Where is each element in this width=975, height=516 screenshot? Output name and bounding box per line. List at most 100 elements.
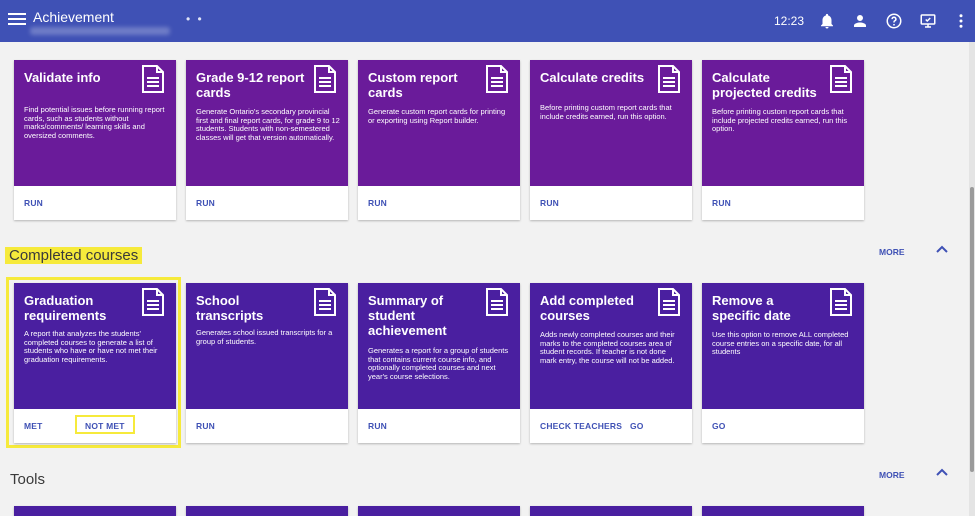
card-actions: RUN <box>358 186 520 220</box>
run-button[interactable]: RUN <box>540 198 559 208</box>
completed-courses-more-button[interactable]: MORE <box>879 247 905 257</box>
not-met-button[interactable]: NOT MET <box>85 421 125 431</box>
document-icon <box>314 65 336 93</box>
document-icon <box>486 65 508 93</box>
card-title: Summary of student achievement <box>368 293 447 338</box>
go-button[interactable]: GO <box>630 421 644 431</box>
run-button[interactable]: RUN <box>368 198 387 208</box>
card-actions: RUN <box>186 409 348 443</box>
card-description: Generates a report for a group of studen… <box>368 346 509 381</box>
tool-card-partial <box>14 506 176 516</box>
bell-icon[interactable] <box>818 12 836 30</box>
card-actions: RUN <box>702 186 864 220</box>
card-remove-a-specific-date: Remove a specific date Use this option t… <box>702 283 864 443</box>
card-description: Before printing custom report cards that… <box>540 103 672 121</box>
tools-more-button[interactable]: MORE <box>879 470 905 480</box>
card-header <box>358 506 520 516</box>
card-title: Grade 9-12 report cards <box>196 70 305 100</box>
card-description: Generate Ontario's secondary provincial … <box>196 107 340 142</box>
go-button[interactable]: GO <box>712 421 726 431</box>
card-custom-report-cards: Custom report cards Generate custom repo… <box>358 60 520 220</box>
scrollbar-thumb[interactable] <box>970 187 974 472</box>
card-add-completed-courses: Add completed courses Adds newly complet… <box>530 283 692 443</box>
card-header: Add completed courses Adds newly complet… <box>530 283 692 409</box>
document-icon <box>142 288 164 316</box>
card-actions: MET NOT MET <box>14 409 176 443</box>
card-description: Before printing custom report cards that… <box>712 107 848 133</box>
run-button[interactable]: RUN <box>24 198 43 208</box>
chevron-up-icon[interactable] <box>936 468 948 476</box>
card-description: Adds newly completed courses and their m… <box>540 330 675 365</box>
run-button[interactable]: RUN <box>196 198 215 208</box>
card-grade-9-12-report-cards: Grade 9-12 report cards Generate Ontario… <box>186 60 348 220</box>
app-toolbar: Achievement • • 12:23 <box>0 0 975 42</box>
card-actions: RUN <box>530 186 692 220</box>
card-actions: CHECK TEACHERS GO <box>530 409 692 443</box>
card-header: Summary of student achievement Generates… <box>358 283 520 409</box>
card-header <box>530 506 692 516</box>
title-suffix: • • <box>186 12 204 26</box>
tool-card-partial <box>186 506 348 516</box>
card-actions: RUN <box>186 186 348 220</box>
document-icon <box>314 288 336 316</box>
document-icon <box>658 65 680 93</box>
app-title: Achievement <box>33 9 114 25</box>
section-title-tools: Tools <box>10 471 46 488</box>
card-actions: RUN <box>14 186 176 220</box>
document-icon <box>658 288 680 316</box>
clock: 12:23 <box>774 14 805 28</box>
card-school-transcripts: School transcripts Generates school issu… <box>186 283 348 443</box>
card-summary-of-student-achievement: Summary of student achievement Generates… <box>358 283 520 443</box>
card-header <box>186 506 348 516</box>
document-icon <box>142 65 164 93</box>
document-icon <box>486 288 508 316</box>
card-description: Find potential issues before running rep… <box>24 105 165 140</box>
card-validate-info: Validate info Find potential issues befo… <box>14 60 176 220</box>
monitor-icon[interactable] <box>919 12 937 30</box>
card-header: Graduation requirements A report that an… <box>14 283 176 409</box>
card-title: School transcripts <box>196 293 264 323</box>
document-icon <box>830 288 852 316</box>
card-description: Generate custom report cards for printin… <box>368 107 506 125</box>
card-header <box>14 506 176 516</box>
vertical-scrollbar[interactable] <box>969 42 975 516</box>
card-description: Use this option to remove ALL completed … <box>712 330 849 356</box>
card-header: Calculate credits Before printing custom… <box>530 60 692 186</box>
card-title: Add completed courses <box>540 293 634 323</box>
card-title: Graduation requirements <box>24 293 107 323</box>
hamburger-menu-icon[interactable] <box>8 10 26 30</box>
card-description: A report that analyzes the students' com… <box>24 329 158 364</box>
card-header: Validate info Find potential issues befo… <box>14 60 176 186</box>
met-button[interactable]: MET <box>24 421 43 431</box>
card-header: Calculate projected credits Before print… <box>702 60 864 186</box>
chevron-up-icon[interactable] <box>936 245 948 253</box>
card-title: Remove a specific date <box>712 293 791 323</box>
help-circle-icon[interactable] <box>885 12 903 30</box>
blurred-subtitle <box>30 27 170 35</box>
card-actions: GO <box>702 409 864 443</box>
tool-card-partial <box>530 506 692 516</box>
check-teachers-button[interactable]: CHECK TEACHERS <box>540 421 622 431</box>
card-title: Custom report cards <box>368 70 458 100</box>
card-description: Generates school issued transcripts for … <box>196 328 333 346</box>
card-title: Calculate projected credits <box>712 70 817 100</box>
document-icon <box>830 65 852 93</box>
card-header: School transcripts Generates school issu… <box>186 283 348 409</box>
person-icon[interactable] <box>851 12 869 30</box>
section-title-completed-courses: Completed courses <box>5 247 143 264</box>
card-calculate-credits: Calculate credits Before printing custom… <box>530 60 692 220</box>
card-header: Remove a specific date Use this option t… <box>702 283 864 409</box>
run-button[interactable]: RUN <box>712 198 731 208</box>
card-header: Grade 9-12 report cards Generate Ontario… <box>186 60 348 186</box>
tool-card-partial <box>358 506 520 516</box>
card-title: Calculate credits <box>540 70 645 85</box>
card-header: Custom report cards Generate custom repo… <box>358 60 520 186</box>
more-vert-icon[interactable] <box>952 12 970 30</box>
card-graduation-requirements: Graduation requirements A report that an… <box>14 283 176 443</box>
run-button[interactable]: RUN <box>368 421 387 431</box>
card-calculate-projected-credits: Calculate projected credits Before print… <box>702 60 864 220</box>
run-button[interactable]: RUN <box>196 421 215 431</box>
card-actions: RUN <box>358 409 520 443</box>
card-header <box>702 506 864 516</box>
card-title: Validate info <box>24 70 101 85</box>
